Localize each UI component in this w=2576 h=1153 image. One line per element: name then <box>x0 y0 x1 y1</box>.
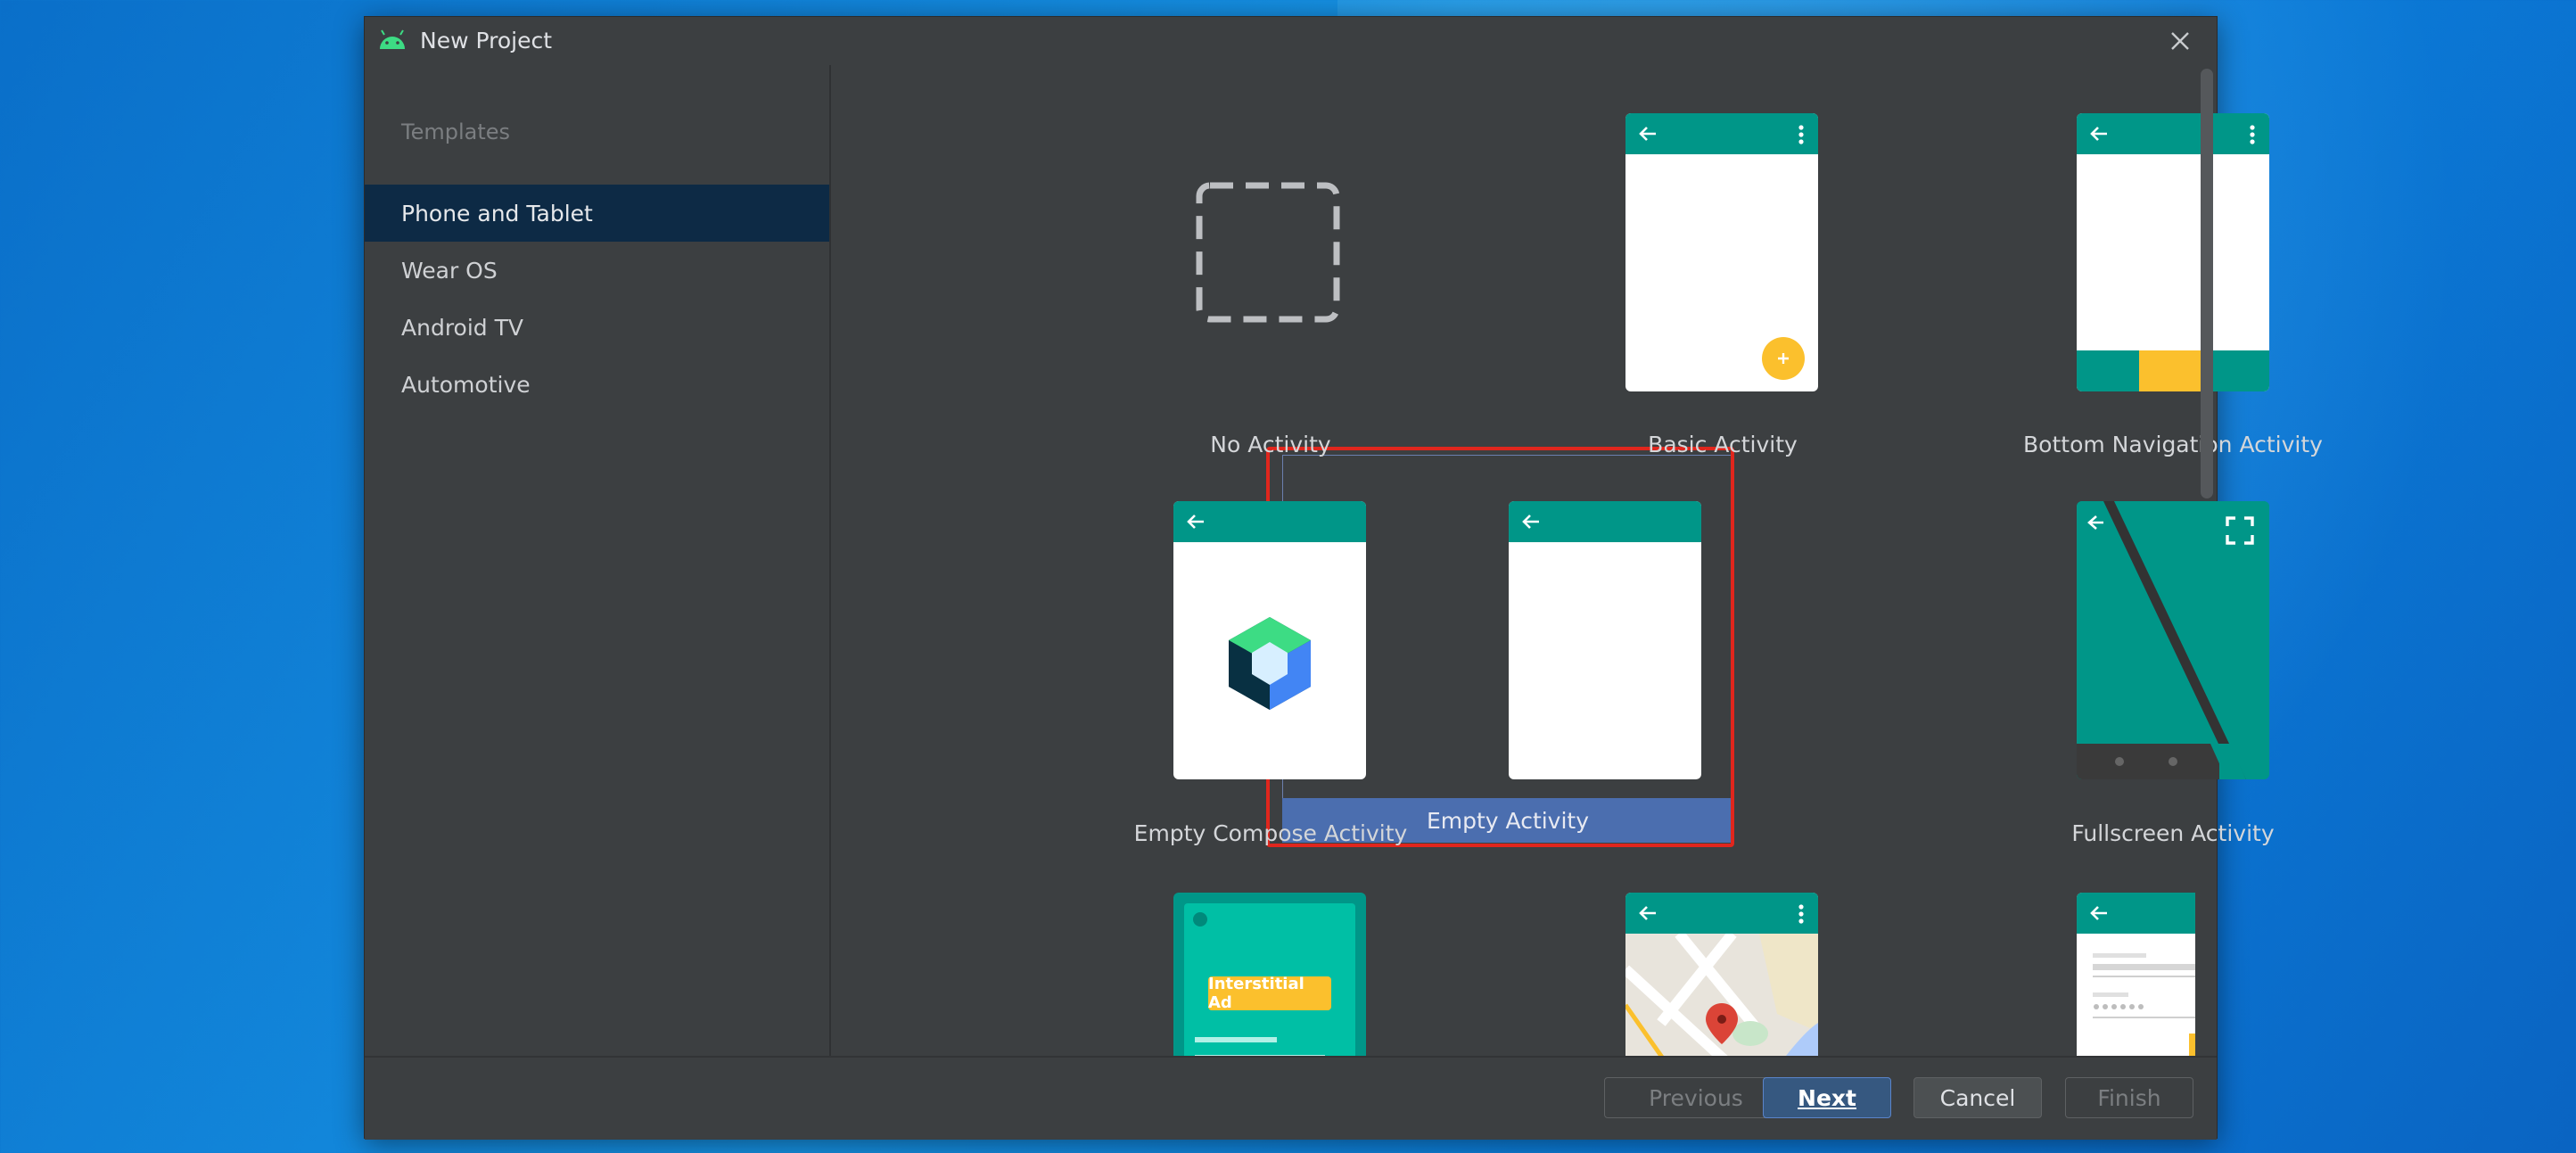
template-interstitial-ad[interactable]: Interstitial Ad <box>1057 873 1485 1056</box>
app-bar <box>2077 113 2269 154</box>
sidebar-heading: Templates <box>401 119 511 144</box>
template-label: Empty Activity <box>1426 808 1590 834</box>
android-icon <box>380 29 405 49</box>
gallery-scrollbar[interactable] <box>2201 69 2213 498</box>
interstitial-ad-badge: Interstitial Ad <box>1208 975 1331 1012</box>
app-bar <box>1509 501 1701 542</box>
back-arrow-icon <box>1639 906 1656 920</box>
dialog-title: New Project <box>420 28 553 54</box>
template-fullscreen-activity[interactable]: Fullscreen Activity <box>1959 454 2387 852</box>
close-icon[interactable] <box>2167 28 2193 54</box>
phone-preview <box>1509 501 1701 779</box>
cancel-button[interactable]: Cancel <box>1913 1077 2042 1118</box>
template-label: Fullscreen Activity <box>2071 820 2275 846</box>
more-vert-icon <box>1798 904 1804 924</box>
placeholder-line <box>1195 1037 1277 1042</box>
template-empty-activity[interactable]: Empty Activity <box>1282 455 1733 842</box>
app-bar <box>1625 893 1818 934</box>
phone-preview <box>1625 113 1818 391</box>
back-arrow-icon <box>1639 127 1656 141</box>
more-vert-icon <box>1798 125 1804 144</box>
template-basic-activity[interactable]: Basic Activity <box>1509 65 1937 463</box>
more-vert-icon <box>2250 125 2255 144</box>
dialog-titlebar: New Project <box>365 17 2217 65</box>
back-arrow-icon <box>2090 127 2107 141</box>
back-arrow-icon <box>2090 906 2107 920</box>
templates-sidebar: Templates Phone and Tablet Wear OS Andro… <box>365 65 831 1056</box>
bottom-navigation-bar <box>2077 350 2269 391</box>
sidebar-item-label: Android TV <box>401 314 523 341</box>
cancel-button-label: Cancel <box>1939 1084 2016 1111</box>
phone-preview <box>2077 113 2269 391</box>
app-bar <box>1625 113 1818 154</box>
template-no-activity[interactable]: No Activity <box>1057 65 1485 463</box>
sidebar-item-automotive[interactable]: Automotive <box>365 356 829 413</box>
ad-close-dot <box>1193 912 1207 927</box>
app-bar <box>2077 893 2195 934</box>
fullscreen-icon <box>2226 516 2254 545</box>
template-bottom-navigation-activity[interactable]: Bottom Navigation Activity <box>1959 65 2387 463</box>
template-login-activity[interactable] <box>1959 873 2195 1056</box>
next-button-label: Next <box>1798 1084 1856 1111</box>
login-form-preview-graphic <box>2093 953 2195 1056</box>
map-preview-graphic <box>1625 934 1818 1056</box>
fab-plus-icon <box>1762 337 1805 380</box>
back-arrow-icon <box>1522 515 1539 529</box>
template-label: Basic Activity <box>1648 432 1798 457</box>
previous-button[interactable]: Previous <box>1604 1077 1788 1118</box>
sidebar-item-label: Automotive <box>401 371 531 398</box>
sidebar-item-android-tv[interactable]: Android TV <box>365 299 829 356</box>
sidebar-item-label: Phone and Tablet <box>401 200 593 226</box>
phone-preview: Interstitial Ad <box>1173 893 1366 1056</box>
template-google-maps-activity[interactable] <box>1509 873 1937 1056</box>
sidebar-item-wear-os[interactable]: Wear OS <box>365 242 829 299</box>
dashed-square-icon <box>1196 182 1340 323</box>
bottom-nav-selected-item <box>2139 350 2209 391</box>
back-arrow-icon <box>1187 515 1204 529</box>
sidebar-item-label: Wear OS <box>401 257 498 284</box>
phone-preview <box>1625 893 1818 1056</box>
finish-button[interactable]: Finish <box>2065 1077 2193 1118</box>
sidebar-item-phone-and-tablet[interactable]: Phone and Tablet <box>365 185 829 242</box>
phone-preview <box>2077 501 2269 779</box>
phone-preview <box>2077 893 2195 1056</box>
next-button[interactable]: Next <box>1763 1077 1891 1118</box>
new-project-dialog: New Project Templates Phone and Tablet W… <box>364 16 2323 1140</box>
template-row-3: Interstitial Ad <box>831 873 2195 1056</box>
